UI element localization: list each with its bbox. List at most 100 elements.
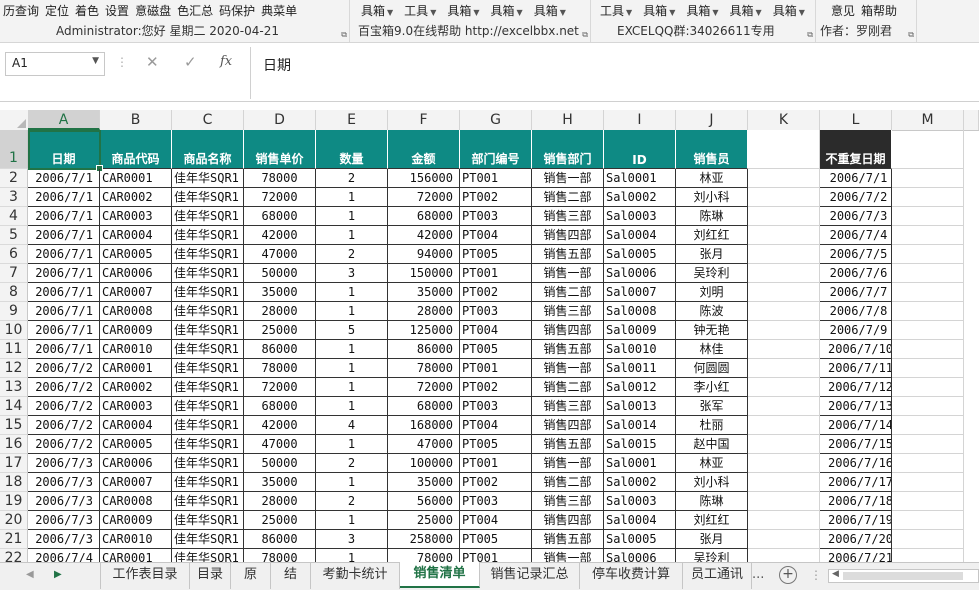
cell-m5[interactable]: [892, 226, 964, 245]
header-cell-e[interactable]: 数量: [316, 130, 388, 169]
cell-m2[interactable]: [892, 169, 964, 188]
cell-a20[interactable]: 2006/7/3: [28, 511, 100, 530]
cell-a15[interactable]: 2006/7/2: [28, 416, 100, 435]
cell-k16[interactable]: [748, 435, 820, 454]
cell-h5[interactable]: 销售四部: [532, 226, 604, 245]
scroll-tabs-left-icon[interactable]: ◀: [26, 569, 34, 580]
cell-l3[interactable]: 2006/7/2: [820, 188, 892, 207]
column-header-l[interactable]: L: [820, 110, 892, 130]
cell-f10[interactable]: 125000: [388, 321, 460, 340]
cell-d11[interactable]: 86000: [244, 340, 316, 359]
cell-f8[interactable]: 35000: [388, 283, 460, 302]
cell-k3[interactable]: [748, 188, 820, 207]
cell-e11[interactable]: 1: [316, 340, 388, 359]
cell-m3[interactable]: [892, 188, 964, 207]
cell-i3[interactable]: Sal0002: [604, 188, 676, 207]
cell-f13[interactable]: 72000: [388, 378, 460, 397]
cell-m17[interactable]: [892, 454, 964, 473]
cell-c20[interactable]: 佳年华SQR1: [172, 511, 244, 530]
column-header-g[interactable]: G: [460, 110, 532, 130]
cell-i4[interactable]: Sal0003: [604, 207, 676, 226]
cell-f6[interactable]: 94000: [388, 245, 460, 264]
cell-b17[interactable]: CAR0006: [100, 454, 172, 473]
cell-m11[interactable]: [892, 340, 964, 359]
cell-m20[interactable]: [892, 511, 964, 530]
cell-k7[interactable]: [748, 264, 820, 283]
cell-m15[interactable]: [892, 416, 964, 435]
cell-k10[interactable]: [748, 321, 820, 340]
cell-i12[interactable]: Sal0011: [604, 359, 676, 378]
row-header-14[interactable]: 14: [0, 397, 28, 416]
cell-h14[interactable]: 销售三部: [532, 397, 604, 416]
cell-c7[interactable]: 佳年华SQR1: [172, 264, 244, 283]
cell-l8[interactable]: 2006/7/7: [820, 283, 892, 302]
cell-l18[interactable]: 2006/7/17: [820, 473, 892, 492]
cell-a3[interactable]: 2006/7/1: [28, 188, 100, 207]
cell-l5[interactable]: 2006/7/4: [820, 226, 892, 245]
ribbon-g3-button-0[interactable]: 工具 ▼: [597, 2, 635, 20]
cell-b20[interactable]: CAR0009: [100, 511, 172, 530]
ribbon-g3-button-3[interactable]: 具箱 ▼: [727, 2, 765, 20]
cell-d10[interactable]: 25000: [244, 321, 316, 340]
column-header-m[interactable]: M: [892, 110, 964, 130]
cell-a18[interactable]: 2006/7/3: [28, 473, 100, 492]
cell-a16[interactable]: 2006/7/2: [28, 435, 100, 454]
cell-l14[interactable]: 2006/7/13: [820, 397, 892, 416]
row-header-10[interactable]: 10: [0, 321, 28, 340]
cell-e5[interactable]: 1: [316, 226, 388, 245]
cell-j16[interactable]: 赵中国: [676, 435, 748, 454]
cell-d14[interactable]: 68000: [244, 397, 316, 416]
cell-m6[interactable]: [892, 245, 964, 264]
cell-g5[interactable]: PT004: [460, 226, 532, 245]
ribbon-g1-button-3[interactable]: 设置: [102, 2, 132, 20]
cell-d4[interactable]: 68000: [244, 207, 316, 226]
cell-c14[interactable]: 佳年华SQR1: [172, 397, 244, 416]
cell-f9[interactable]: 28000: [388, 302, 460, 321]
cell-m16[interactable]: [892, 435, 964, 454]
header-cell-f[interactable]: 金额: [388, 130, 460, 169]
ribbon-g3-button-2[interactable]: 具箱 ▼: [683, 2, 721, 20]
ribbon-g3-button-1[interactable]: 具箱 ▼: [640, 2, 678, 20]
cell-k5[interactable]: [748, 226, 820, 245]
cell-g13[interactable]: PT002: [460, 378, 532, 397]
cell-i6[interactable]: Sal0005: [604, 245, 676, 264]
cell-g4[interactable]: PT003: [460, 207, 532, 226]
cell-j9[interactable]: 陈波: [676, 302, 748, 321]
header-cell-c[interactable]: 商品名称: [172, 130, 244, 169]
cell-k18[interactable]: [748, 473, 820, 492]
more-tabs-button[interactable]: ...: [752, 567, 764, 582]
ribbon-g1-button-2[interactable]: 着色: [72, 2, 102, 20]
cell-a12[interactable]: 2006/7/2: [28, 359, 100, 378]
cancel-icon[interactable]: ✕: [146, 53, 159, 71]
column-header-d[interactable]: D: [244, 110, 316, 130]
cell-e17[interactable]: 2: [316, 454, 388, 473]
cell-m18[interactable]: [892, 473, 964, 492]
cell-d15[interactable]: 42000: [244, 416, 316, 435]
row-header-17[interactable]: 17: [0, 454, 28, 473]
cell-h10[interactable]: 销售四部: [532, 321, 604, 340]
scroll-tabs-right-icon[interactable]: ▶: [54, 569, 62, 580]
row-header-19[interactable]: 19: [0, 492, 28, 511]
cell-j3[interactable]: 刘小科: [676, 188, 748, 207]
cell-d3[interactable]: 72000: [244, 188, 316, 207]
cell-c3[interactable]: 佳年华SQR1: [172, 188, 244, 207]
cell-h2[interactable]: 销售一部: [532, 169, 604, 188]
cell-l9[interactable]: 2006/7/8: [820, 302, 892, 321]
cell-b4[interactable]: CAR0003: [100, 207, 172, 226]
cell-k19[interactable]: [748, 492, 820, 511]
cell-b8[interactable]: CAR0007: [100, 283, 172, 302]
cell-c9[interactable]: 佳年华SQR1: [172, 302, 244, 321]
ribbon-g2-button-4[interactable]: 具箱 ▼: [531, 2, 569, 20]
horizontal-scrollbar[interactable]: ◀: [828, 569, 979, 583]
cell-f21[interactable]: 258000: [388, 530, 460, 549]
cell-g18[interactable]: PT002: [460, 473, 532, 492]
cell-c5[interactable]: 佳年华SQR1: [172, 226, 244, 245]
cell-e15[interactable]: 4: [316, 416, 388, 435]
column-header-f[interactable]: F: [388, 110, 460, 130]
enter-icon[interactable]: ✓: [184, 53, 197, 71]
cell-h11[interactable]: 销售五部: [532, 340, 604, 359]
cell-c8[interactable]: 佳年华SQR1: [172, 283, 244, 302]
cell-g14[interactable]: PT003: [460, 397, 532, 416]
cell-l19[interactable]: 2006/7/18: [820, 492, 892, 511]
row-header-5[interactable]: 5: [0, 226, 28, 245]
